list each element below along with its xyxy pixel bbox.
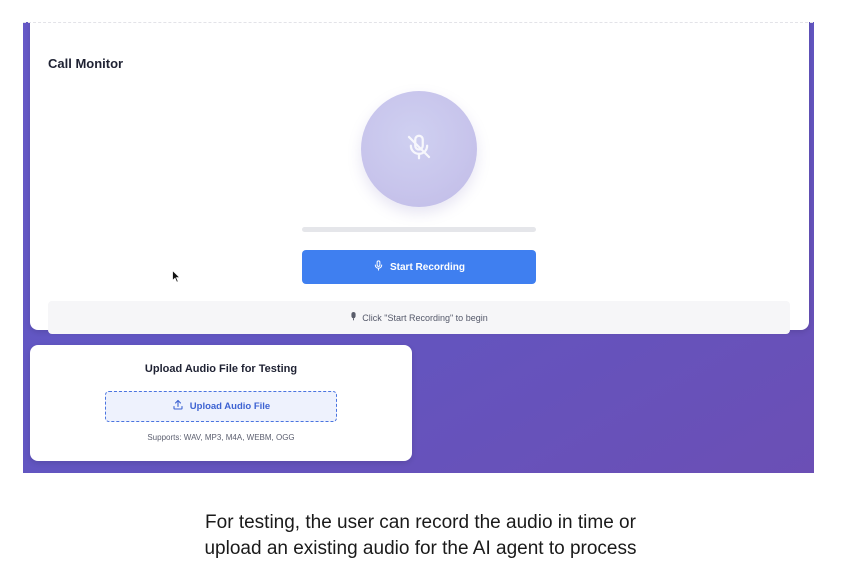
upload-icon (172, 399, 184, 414)
supported-formats-text: Supports: WAV, MP3, M4A, WEBM, OGG (147, 433, 295, 442)
recording-status: Click "Start Recording" to begin (48, 301, 790, 334)
mic-off-icon (404, 132, 434, 167)
upload-card-title: Upload Audio File for Testing (144, 363, 298, 375)
mouse-cursor-icon (172, 269, 181, 288)
microphone-icon (350, 312, 357, 323)
upload-audio-card: Upload Audio File for Testing Upload Aud… (30, 345, 412, 461)
caption: For testing, the user can record the aud… (0, 510, 841, 562)
upload-audio-file-button[interactable]: Upload Audio File (105, 391, 337, 422)
app-background: Call Monitor Start Recording Click "Star… (23, 22, 814, 473)
mic-status-indicator[interactable] (361, 91, 477, 207)
audio-level-bar (302, 227, 536, 232)
caption-line-1: For testing, the user can record the aud… (205, 512, 636, 533)
call-monitor-title: Call Monitor (48, 56, 124, 71)
start-recording-button[interactable]: Start Recording (302, 250, 536, 284)
caption-line-2: upload an existing audio for the AI agen… (204, 538, 637, 559)
call-monitor-card: Call Monitor Start Recording Click "Star… (30, 22, 809, 334)
status-text: Click "Start Recording" to begin (362, 312, 488, 323)
top-divider (23, 22, 813, 23)
start-recording-label: Start Recording (389, 261, 465, 273)
microphone-icon (373, 259, 384, 275)
upload-audio-file-label: Upload Audio File (189, 401, 271, 412)
